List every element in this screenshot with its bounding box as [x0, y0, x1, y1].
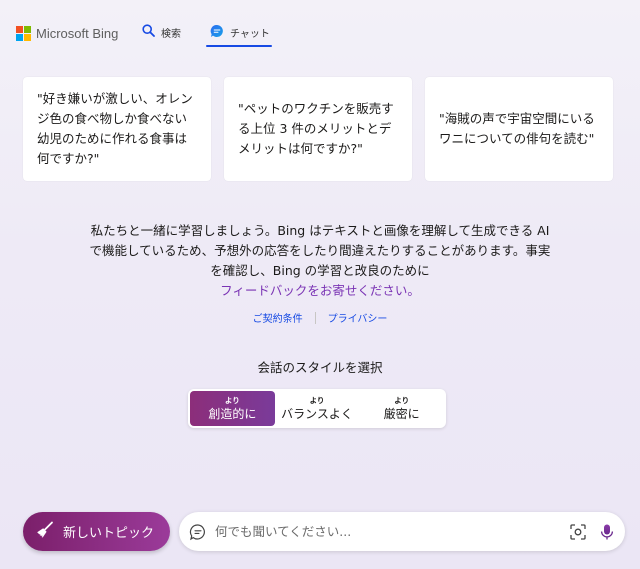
style-option-prefix: より — [309, 395, 325, 405]
search-icon — [142, 24, 155, 40]
style-option-creative[interactable]: より 創造的に — [190, 391, 275, 426]
new-topic-button[interactable]: 新しいトピック — [23, 512, 170, 551]
conversation-style-picker: より 創造的に より バランスよく より 厳密に — [188, 389, 446, 428]
feedback-link[interactable]: フィードバックをお寄せください。 — [220, 283, 420, 298]
legal-links: ご契約条件 プライバシー — [0, 310, 640, 325]
disclaimer-text: 私たちと一緒に学習しましょう。Bing はテキストと画像を理解して生成できる A… — [88, 221, 552, 301]
suggestion-cards: "好き嫌いが激しい、オレンジ色の食べ物しか食べない幼児のために作れる食事は何です… — [23, 77, 613, 181]
nav-search-tab[interactable]: 検索 — [142, 24, 181, 40]
chat-input[interactable] — [215, 524, 569, 539]
suggestion-card[interactable]: "海賊の声で宇宙空間にいるワニについての俳句を読む" — [425, 77, 613, 181]
style-option-prefix: より — [224, 395, 240, 405]
style-option-prefix: より — [394, 395, 410, 405]
visual-search-icon[interactable] — [569, 523, 587, 541]
header: Microsoft Bing 検索 チャット — [0, 0, 640, 60]
microsoft-logo-icon — [16, 26, 31, 41]
suggestion-text: "海賊の声で宇宙空間にいるワニについての俳句を読む" — [439, 111, 595, 146]
nav-chat-label: チャット — [230, 29, 270, 40]
privacy-link[interactable]: プライバシー — [328, 310, 388, 325]
suggestion-card[interactable]: "ペットのワクチンを販売する上位 3 件のメリットとデメリットは何ですか?" — [224, 77, 412, 181]
broom-icon — [35, 520, 55, 544]
nav-chat-tab[interactable]: チャット — [210, 24, 270, 41]
brand-text: Microsoft Bing — [36, 26, 119, 41]
nav-search-label: 検索 — [161, 28, 181, 40]
chat-input-icon — [189, 523, 207, 541]
terms-link[interactable]: ご契約条件 — [253, 310, 303, 325]
style-option-balanced[interactable]: より バランスよく — [275, 391, 360, 426]
style-option-label: バランスよく — [281, 406, 353, 421]
style-option-precise[interactable]: より 厳密に — [359, 391, 444, 426]
suggestion-card[interactable]: "好き嫌いが激しい、オレンジ色の食べ物しか食べない幼児のために作れる食事は何です… — [23, 77, 211, 181]
chat-bubble-icon — [210, 24, 224, 41]
link-divider — [314, 311, 316, 324]
suggestion-text: "ペットのワクチンを販売する上位 3 件のメリットとデメリットは何ですか?" — [238, 101, 394, 156]
new-topic-label: 新しいトピック — [63, 526, 155, 541]
style-picker-title: 会話のスタイルを選択 — [257, 360, 383, 375]
active-tab-indicator — [206, 45, 272, 47]
style-option-label: 厳密に — [383, 406, 420, 421]
bing-logo[interactable]: Microsoft Bing — [16, 26, 118, 41]
disclaimer-body: 私たちと一緒に学習しましょう。Bing はテキストと画像を理解して生成できる A… — [89, 223, 551, 278]
chat-input-bar — [179, 512, 625, 551]
suggestion-text: "好き嫌いが激しい、オレンジ色の食べ物しか食べない幼児のために作れる食事は何です… — [37, 91, 193, 166]
style-option-label: 創造的に — [208, 406, 257, 421]
microphone-icon[interactable] — [599, 523, 615, 541]
